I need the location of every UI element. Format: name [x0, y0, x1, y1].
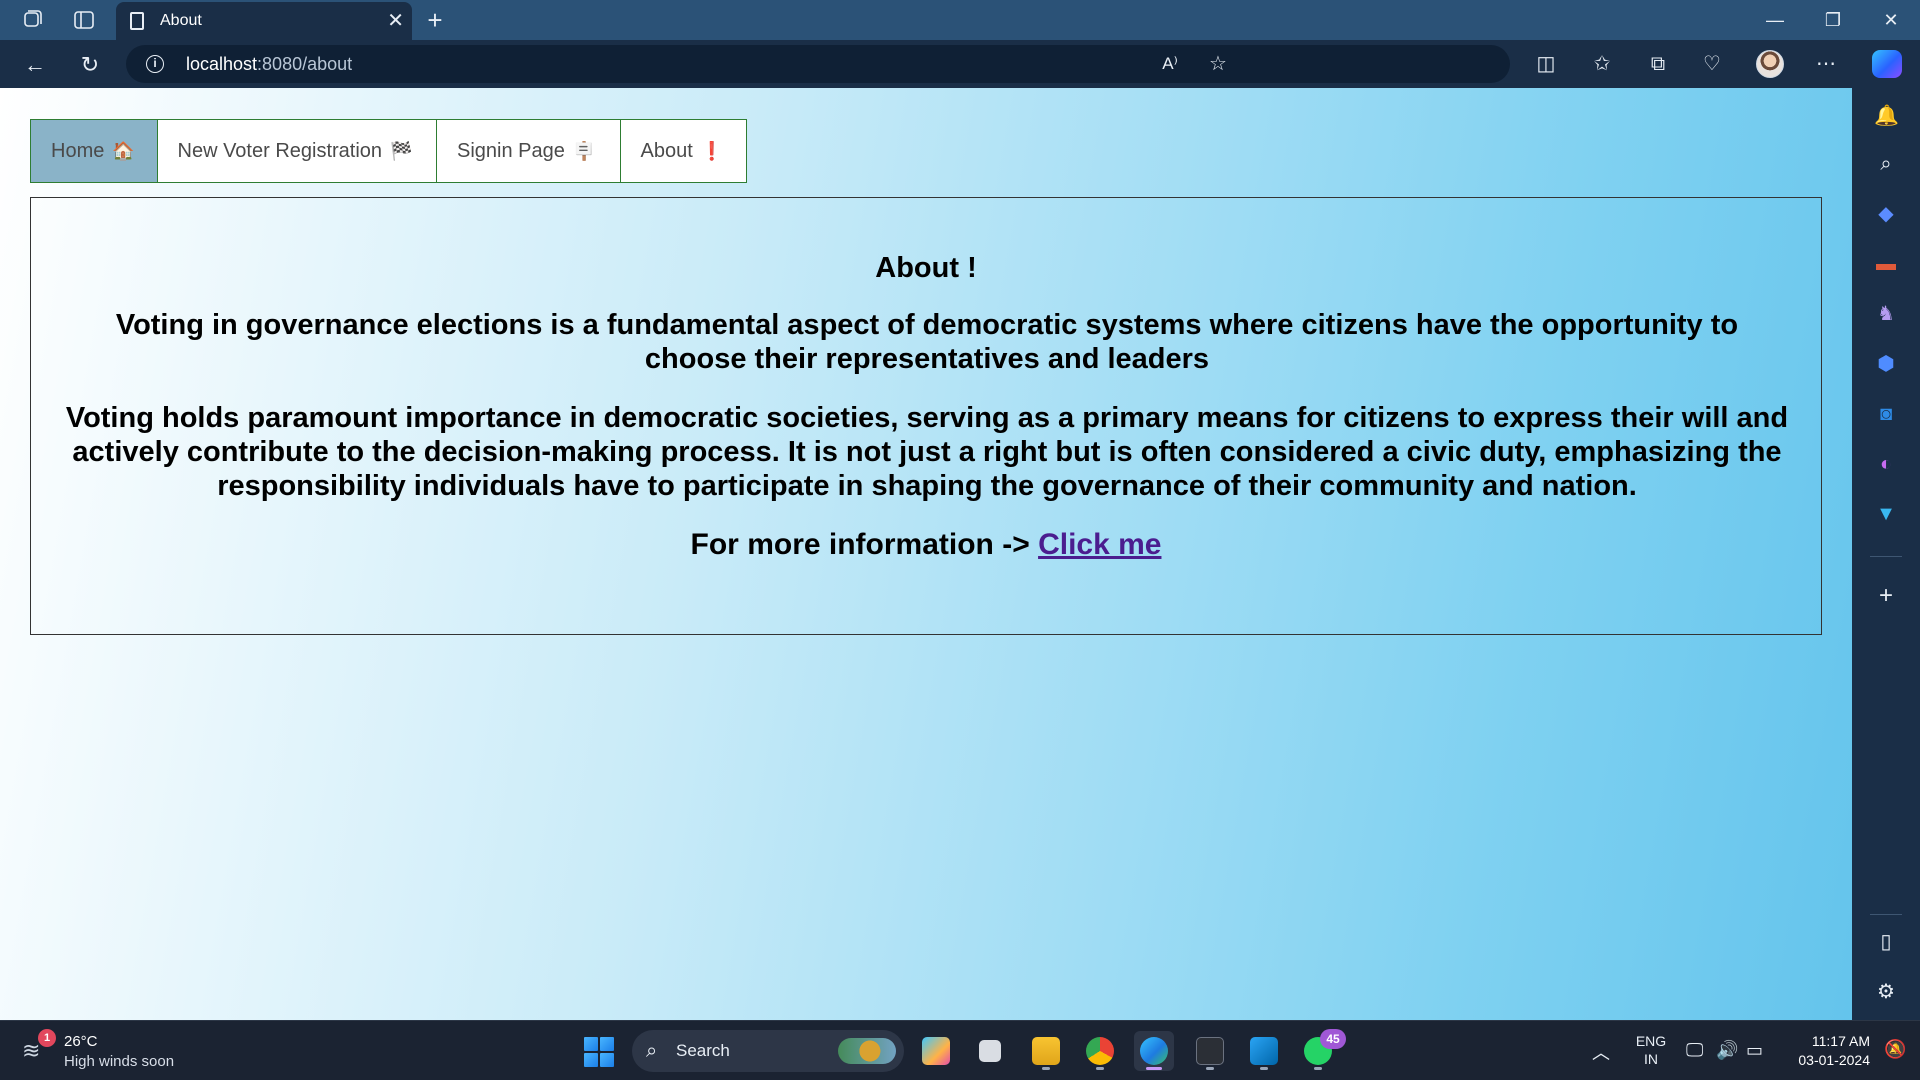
- close-window-button[interactable]: ✕: [1876, 6, 1906, 34]
- settings-icon[interactable]: ⚙: [1874, 980, 1898, 1004]
- nav-signin-label: Signin Page: [457, 139, 565, 162]
- refresh-icon[interactable]: ↻: [77, 52, 103, 78]
- url-text[interactable]: localhost:8080/about: [186, 54, 352, 75]
- webpage-viewport: Home 🏠 New Voter Registration 🏁 Signin P…: [0, 88, 1852, 1020]
- copilot-icon[interactable]: [1872, 50, 1902, 78]
- read-aloud-icon[interactable]: A⁾: [1156, 50, 1184, 78]
- about-paragraph-1: Voting in governance elections is a fund…: [115, 309, 1739, 375]
- tab-title: About: [160, 12, 202, 29]
- url-host: localhost: [186, 54, 258, 74]
- url-path: :8080/about: [257, 54, 353, 74]
- weather-desc: High winds soon: [64, 1053, 175, 1070]
- windows-taskbar: ≋ 1 26°C High winds soon ⌕ Search 45 ︿ E…: [0, 1020, 1920, 1080]
- nav-home-link[interactable]: Home 🏠: [30, 119, 158, 183]
- site-info-icon[interactable]: i: [146, 55, 164, 73]
- shopping-icon[interactable]: ◆: [1874, 202, 1898, 226]
- minimize-button[interactable]: —: [1760, 6, 1790, 34]
- sidebar-divider: [1870, 556, 1902, 557]
- file-explorer-icon[interactable]: [1026, 1031, 1066, 1071]
- search-label: Search: [676, 1041, 730, 1060]
- checkered-flag-icon: 🏁: [390, 140, 413, 161]
- browser-title-bar: About ✕ + — ❐ ✕: [0, 0, 1920, 40]
- placard-icon: 🪧: [572, 140, 596, 161]
- nav-about-label: About: [640, 139, 693, 162]
- url-bar[interactable]: i localhost:8080/about A⁾ ☆: [126, 45, 1510, 83]
- click-me-link[interactable]: Click me: [1038, 528, 1161, 561]
- more-info-prefix: For more information ->: [690, 528, 1039, 561]
- weather-widget[interactable]: ≋ 1 26°C High winds soon: [22, 1029, 202, 1073]
- browser-essentials-icon[interactable]: ♡: [1698, 50, 1726, 78]
- favorites-icon[interactable]: ✩: [1588, 50, 1616, 78]
- weather-badge: 1: [38, 1029, 56, 1047]
- tab-close-icon[interactable]: ✕: [387, 10, 404, 32]
- lang-line-1: ENG: [1635, 1033, 1667, 1049]
- tab-actions-icon-svg: [74, 11, 94, 29]
- task-view-icon[interactable]: [970, 1031, 1010, 1071]
- sidebar-divider: [1870, 914, 1902, 915]
- search-icon[interactable]: ⌕: [1874, 152, 1898, 176]
- about-section: About ! Voting in governance elections i…: [30, 197, 1822, 635]
- tab-about[interactable]: About ✕: [116, 2, 412, 40]
- restore-button[interactable]: ❐: [1818, 6, 1848, 34]
- nav-register-link[interactable]: New Voter Registration 🏁: [156, 119, 438, 183]
- volume-icon[interactable]: 🔊: [1716, 1039, 1738, 1061]
- favorite-star-icon[interactable]: ☆: [1204, 50, 1232, 78]
- language-indicator[interactable]: ENG IN: [1634, 1032, 1668, 1068]
- network-icon[interactable]: 🖵: [1686, 1039, 1703, 1061]
- windows-start-icon[interactable]: [584, 1037, 614, 1067]
- edge-icon[interactable]: [1134, 1031, 1174, 1071]
- nav-register-label: New Voter Registration: [177, 139, 383, 162]
- copilot-side-icon[interactable]: ⬢: [1874, 352, 1898, 376]
- designer-icon[interactable]: ◐: [1874, 452, 1898, 476]
- vscode-icon[interactable]: [1244, 1031, 1284, 1071]
- address-bar-row: ← ↻ i localhost:8080/about A⁾ ☆ ◫ ✩ ⧉ ♡ …: [0, 40, 1920, 88]
- search-highlight-icon: [838, 1038, 896, 1064]
- clock-time: 11:17 AM: [1811, 1033, 1870, 1049]
- collections-icon[interactable]: ⧉: [1644, 50, 1672, 78]
- document-icon: [130, 12, 144, 30]
- back-icon[interactable]: ←: [22, 52, 48, 78]
- edge-sidebar: 🔔 ⌕ ◆ ▬ ♞ ⬢ ◙ ◐ ▼ + ▯ ⚙: [1852, 88, 1920, 1020]
- clock[interactable]: 11:17 AM 03-01-2024: [1784, 1032, 1870, 1070]
- notification-center-icon[interactable]: 🔕: [1884, 1039, 1906, 1060]
- nav-home-label: Home: [51, 139, 105, 162]
- hide-sidebar-icon[interactable]: ▯: [1874, 930, 1898, 954]
- exclamation-icon: ❗: [700, 140, 724, 161]
- profile-avatar[interactable]: [1756, 50, 1784, 78]
- outlook-icon[interactable]: ◙: [1874, 402, 1898, 426]
- more-info-line: For more information -> Click me: [31, 528, 1821, 562]
- drop-icon[interactable]: ▼: [1874, 502, 1898, 526]
- games-icon[interactable]: ♞: [1874, 302, 1898, 326]
- nav-about-link[interactable]: About ❗: [619, 119, 747, 183]
- notifications-icon[interactable]: 🔔: [1874, 104, 1899, 128]
- weather-temp: 26°C: [64, 1033, 98, 1050]
- battery-icon[interactable]: ▭: [1746, 1039, 1763, 1061]
- whatsapp-badge: 45: [1320, 1029, 1346, 1049]
- workspaces-icon-svg: [24, 10, 42, 27]
- about-heading: About !: [875, 252, 977, 284]
- split-screen-icon[interactable]: ◫: [1532, 50, 1560, 78]
- nav-signin-link[interactable]: Signin Page 🪧: [436, 119, 621, 183]
- house-icon: 🏠: [112, 140, 135, 161]
- site-navbar: Home 🏠 New Voter Registration 🏁 Signin P…: [30, 119, 747, 183]
- tools-icon[interactable]: ▬: [1874, 252, 1898, 276]
- copilot-pre-app-icon[interactable]: [916, 1031, 956, 1071]
- terminal-icon[interactable]: [1190, 1031, 1230, 1071]
- chrome-icon[interactable]: [1080, 1031, 1120, 1071]
- workspaces-icon[interactable]: [20, 8, 44, 32]
- chevron-up-icon[interactable]: ︿: [1592, 1039, 1610, 1065]
- taskbar-search[interactable]: ⌕ Search: [632, 1030, 904, 1072]
- new-tab-icon[interactable]: +: [423, 7, 447, 33]
- search-icon: ⌕: [646, 1040, 658, 1062]
- more-options-icon[interactable]: ⋯: [1812, 50, 1840, 78]
- lang-line-2: IN: [1644, 1051, 1658, 1067]
- tab-actions-icon[interactable]: [72, 8, 96, 32]
- about-paragraph-2: Voting holds paramount importance in dem…: [65, 402, 1789, 502]
- clock-date: 03-01-2024: [1798, 1052, 1870, 1068]
- add-icon[interactable]: +: [1874, 584, 1898, 608]
